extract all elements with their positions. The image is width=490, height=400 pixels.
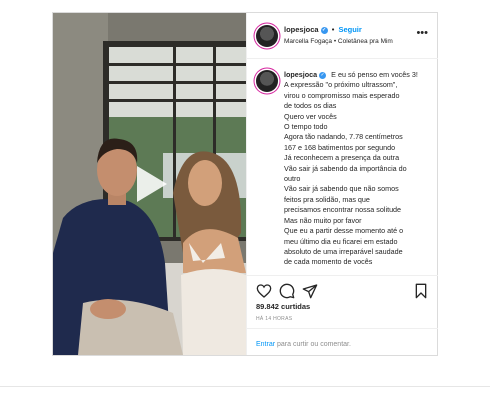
caption-line: outro <box>284 174 301 184</box>
header-username[interactable]: lopesjoca <box>284 25 319 34</box>
post-video[interactable] <box>53 13 246 355</box>
caption-line: Vão sair já sabendo que não somos <box>284 184 399 194</box>
paper-plane-icon[interactable] <box>302 283 318 299</box>
caption-line: 167 e 168 batimentos por segundo <box>284 142 396 152</box>
caption-line: E eu só penso em vocês 3! <box>331 70 418 79</box>
caption-line: virou o compromisso mais esperado <box>284 90 400 100</box>
caption-line: precisamos encontrar nossa solitude <box>284 205 402 215</box>
caption-line: meu último dia eu ficarei em estado <box>284 236 398 246</box>
heart-icon[interactable] <box>256 283 272 299</box>
header-subtitle[interactable]: Marcella Fogaça • Coletânea pra Mim <box>284 38 393 45</box>
caption-avatar[interactable] <box>256 70 278 92</box>
caption-line: de todos os dias <box>284 101 337 111</box>
caption-line: Já reconhecem a presença da outra <box>284 153 400 163</box>
play-icon[interactable] <box>133 163 171 205</box>
comment-icon[interactable] <box>279 283 295 299</box>
caption-line: de cada momento de vocês <box>284 257 373 267</box>
instagram-post-card: lopesjoca ✓ • Seguir Marcella Fogaça • Co… <box>52 12 438 356</box>
verified-badge-icon: ✓ <box>320 27 328 34</box>
caption-line: Agora tão nadando, 7.78 centímetros <box>284 132 403 142</box>
caption-line: feitos pra solidão, mas que <box>284 194 370 204</box>
follow-button[interactable]: Seguir <box>338 25 361 34</box>
header-username-row: lopesjoca ✓ • Seguir <box>284 25 362 34</box>
post-actions: 89.842 curtidas HÁ 14 HORAS Entrar para … <box>247 275 438 355</box>
caption-line: O tempo todo <box>284 122 328 132</box>
separator-dot: • <box>331 25 335 34</box>
post-panel: lopesjoca ✓ • Seguir Marcella Fogaça • Co… <box>246 13 438 355</box>
caption-line: Quero ver vocês <box>284 111 337 121</box>
likes-count[interactable]: 89.842 curtidas <box>256 302 310 311</box>
verified-badge-icon: ✓ <box>319 72 327 79</box>
caption-username[interactable]: lopesjoca <box>284 70 317 79</box>
caption-line: Vão sair já sabendo da importância do <box>284 163 407 173</box>
caption-line: Mas não muito por favor <box>284 215 362 225</box>
caption-line: Que eu a partir desse momento até o <box>284 226 404 236</box>
post-header: lopesjoca ✓ • Seguir Marcella Fogaça • Co… <box>247 13 438 59</box>
caption-line: absoluto de uma irreparável saudade <box>284 246 403 256</box>
post-timestamp[interactable]: HÁ 14 HORAS <box>256 316 292 322</box>
login-link[interactable]: Entrar <box>256 341 275 348</box>
caption-text: lopesjoca ✓ E eu só penso em vocês 3! A ex… <box>284 70 429 268</box>
more-options-icon[interactable]: ••• <box>416 27 428 39</box>
page-divider <box>0 386 490 387</box>
login-to-comment: Entrar para curtir ou comentar. <box>247 328 438 356</box>
bookmark-icon[interactable] <box>413 283 429 299</box>
avatar[interactable] <box>256 25 278 47</box>
caption-line: A expressão "o próximo ultrassom", <box>284 80 398 90</box>
caption-area: lopesjoca ✓ E eu só penso em vocês 3! A ex… <box>247 60 438 278</box>
login-prompt-text: para curtir ou comentar. <box>275 341 351 348</box>
